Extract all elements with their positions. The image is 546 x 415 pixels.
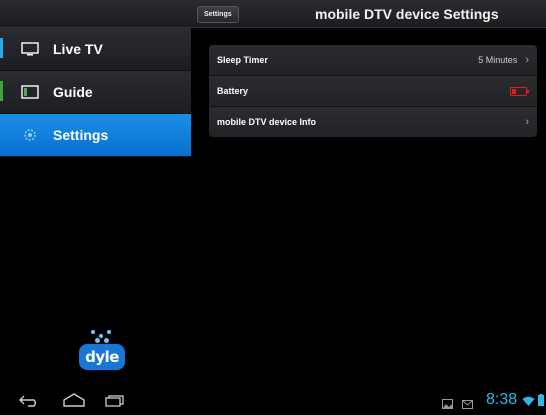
dyle-logo-text: dyle — [79, 344, 125, 370]
guide-icon — [21, 85, 39, 99]
logo-dot — [107, 330, 111, 334]
battery-row: Battery — [209, 76, 537, 107]
page-title: mobile DTV device Settings — [315, 6, 499, 22]
nav-accent — [0, 81, 3, 101]
logo-dot — [95, 338, 100, 343]
mail-icon — [462, 396, 473, 414]
nav-accent — [0, 38, 3, 58]
back-icon[interactable] — [18, 394, 40, 412]
settings-list: Sleep Timer 5 Minutes › Battery mobile D… — [209, 45, 537, 137]
logo-dot — [99, 334, 103, 338]
sidebar-item-label: Settings — [53, 127, 109, 143]
sidebar-item-live-tv[interactable]: Live TV — [0, 28, 191, 71]
chevron-right-icon: › — [525, 54, 529, 66]
sleep-timer-row[interactable]: Sleep Timer 5 Minutes › — [209, 45, 537, 76]
settings-back-button[interactable]: Settings — [197, 6, 239, 23]
device-info-label: mobile DTV device Info — [217, 117, 317, 127]
battery-low-icon — [510, 86, 529, 96]
system-navigation-bar: 8:38 — [0, 385, 546, 415]
device-info-row[interactable]: mobile DTV device Info › — [209, 107, 537, 137]
sidebar-header — [0, 0, 191, 28]
settings-icon — [21, 128, 39, 142]
wifi-icon — [522, 394, 535, 412]
battery-status-icon — [538, 393, 544, 411]
sidebar-item-label: Live TV — [53, 41, 103, 57]
sleep-timer-value: 5 Minutes — [478, 55, 518, 65]
sidebar-item-settings[interactable]: Settings — [0, 114, 191, 157]
recent-apps-icon[interactable] — [105, 394, 125, 412]
sidebar-item-guide[interactable]: Guide — [0, 71, 191, 114]
chevron-right-icon: › — [525, 116, 529, 128]
sidebar: Live TV Guide Settings dyle — [0, 0, 191, 385]
gallery-icon — [442, 396, 453, 414]
dyle-logo: dyle — [79, 330, 125, 374]
sleep-timer-label: Sleep Timer — [217, 55, 268, 65]
sidebar-item-label: Guide — [53, 84, 93, 100]
home-icon[interactable] — [62, 393, 86, 412]
battery-label: Battery — [217, 86, 249, 96]
clock: 8:38 — [486, 391, 518, 408]
logo-dot — [91, 330, 95, 334]
app-header: Settings mobile DTV device Settings — [191, 0, 546, 28]
tv-icon — [21, 42, 39, 56]
logo-dot — [104, 338, 109, 343]
